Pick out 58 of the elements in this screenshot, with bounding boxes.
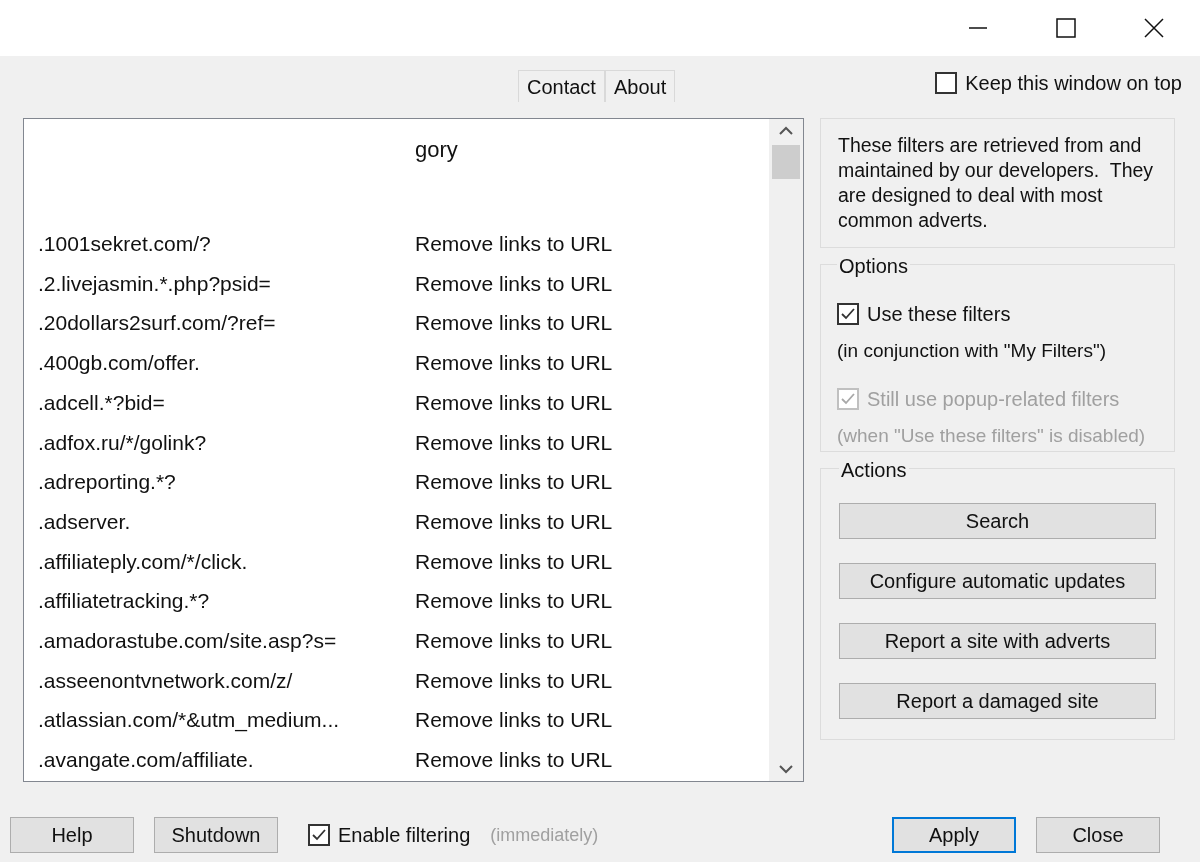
hint-text: (immediately)	[490, 823, 599, 847]
table-cell-text: .2.livejasmin.*.php?psid=	[38, 270, 272, 297]
scrollbar[interactable]	[769, 119, 803, 781]
table-cell-text: .adreporting.*?	[38, 469, 177, 496]
table-cell-text: Remove links to URL	[415, 707, 613, 734]
table-cell-text: Remove links to URL	[415, 350, 613, 377]
option-note: (when "Use these filters" is disabled)	[837, 423, 1147, 448]
table-cell-text: .affiliateply.com/*/click.	[38, 548, 249, 575]
scroll-up-icon[interactable]	[778, 125, 794, 137]
table-cell-text: Remove links to URL	[415, 270, 613, 297]
table-cell-text: Remove links to URL	[415, 310, 613, 337]
table-cell-text: Remove links to URL	[415, 747, 613, 774]
table-cell-text: .adserver.	[38, 508, 132, 535]
table-cell-text: Remove links to URL	[415, 231, 613, 258]
table-cell-text: .adcell.*?bid=	[38, 389, 166, 416]
table-cell-text: Remove links to URL	[415, 389, 613, 416]
checkbox[interactable]	[308, 824, 330, 846]
maximize-icon[interactable]	[1056, 18, 1076, 38]
checkmark-icon	[311, 827, 327, 843]
checkbox-label: Enable filtering	[338, 823, 471, 848]
action-button[interactable]: Search	[839, 503, 1156, 539]
footer-button[interactable]: Apply	[892, 817, 1016, 853]
checkmark-icon	[840, 306, 856, 322]
table-cell-text: .20dollars2surf.com/?ref=	[38, 310, 277, 337]
column-header[interactable]: gory	[415, 132, 458, 166]
table-cell-text: .1001sekret.com/?	[38, 231, 212, 258]
scroll-down-icon[interactable]	[778, 763, 794, 775]
footer-button[interactable]: Help	[10, 817, 134, 853]
table-cell-text: .adfox.ru/*/golink?	[38, 429, 208, 456]
tab[interactable]: Contact	[518, 70, 605, 102]
table-cell-text: Remove links to URL	[415, 627, 613, 654]
table-cell-text: Remove links to URL	[415, 667, 613, 694]
table-cell-text: .amadorastube.com/site.asp?s=	[38, 627, 338, 654]
checkbox[interactable]	[935, 72, 958, 94]
close-icon[interactable]	[1144, 18, 1164, 38]
table-cell-text: .atlassian.com/*&utm_medium...	[38, 707, 341, 734]
table-cell-text: .asseenontvnetwork.com/z/	[38, 667, 294, 694]
action-button[interactable]: Report a damaged site	[839, 683, 1156, 719]
scroll-thumb[interactable]	[772, 145, 800, 179]
checkbox[interactable]	[837, 303, 859, 325]
action-button[interactable]: Report a site with adverts	[839, 623, 1156, 659]
action-button[interactable]: Configure automatic updates	[839, 563, 1156, 599]
table-cell-text: .400gb.com/offer.	[38, 350, 201, 377]
table-cell-text: .affiliatetracking.*?	[38, 588, 211, 615]
table-cell-text: Remove links to URL	[415, 548, 613, 575]
table-cell-text: .avangate.com/affiliate.	[38, 747, 255, 774]
table-cell-text: Remove links to URL	[415, 469, 613, 496]
tab[interactable]: About	[604, 70, 676, 102]
checkbox-label: Still use popup-related filters	[867, 386, 1120, 412]
footer-button[interactable]: Close	[1036, 817, 1160, 853]
table-cell-text: Remove links to URL	[415, 588, 613, 615]
checkbox-label: Use these filters	[867, 302, 1011, 327]
checkbox-label: Keep this window on top	[965, 71, 1182, 96]
table-cell-text: Remove links to URL	[415, 508, 613, 535]
option-note: (in conjunction with "My Filters")	[837, 339, 1107, 363]
table-cell-text: Remove links to URL	[415, 429, 613, 456]
footer-button[interactable]: Shutdown	[154, 817, 278, 853]
info-text: These filters are retrieved from and maintained by our developers. They are designed to deal with most common adverts.	[838, 133, 1155, 233]
